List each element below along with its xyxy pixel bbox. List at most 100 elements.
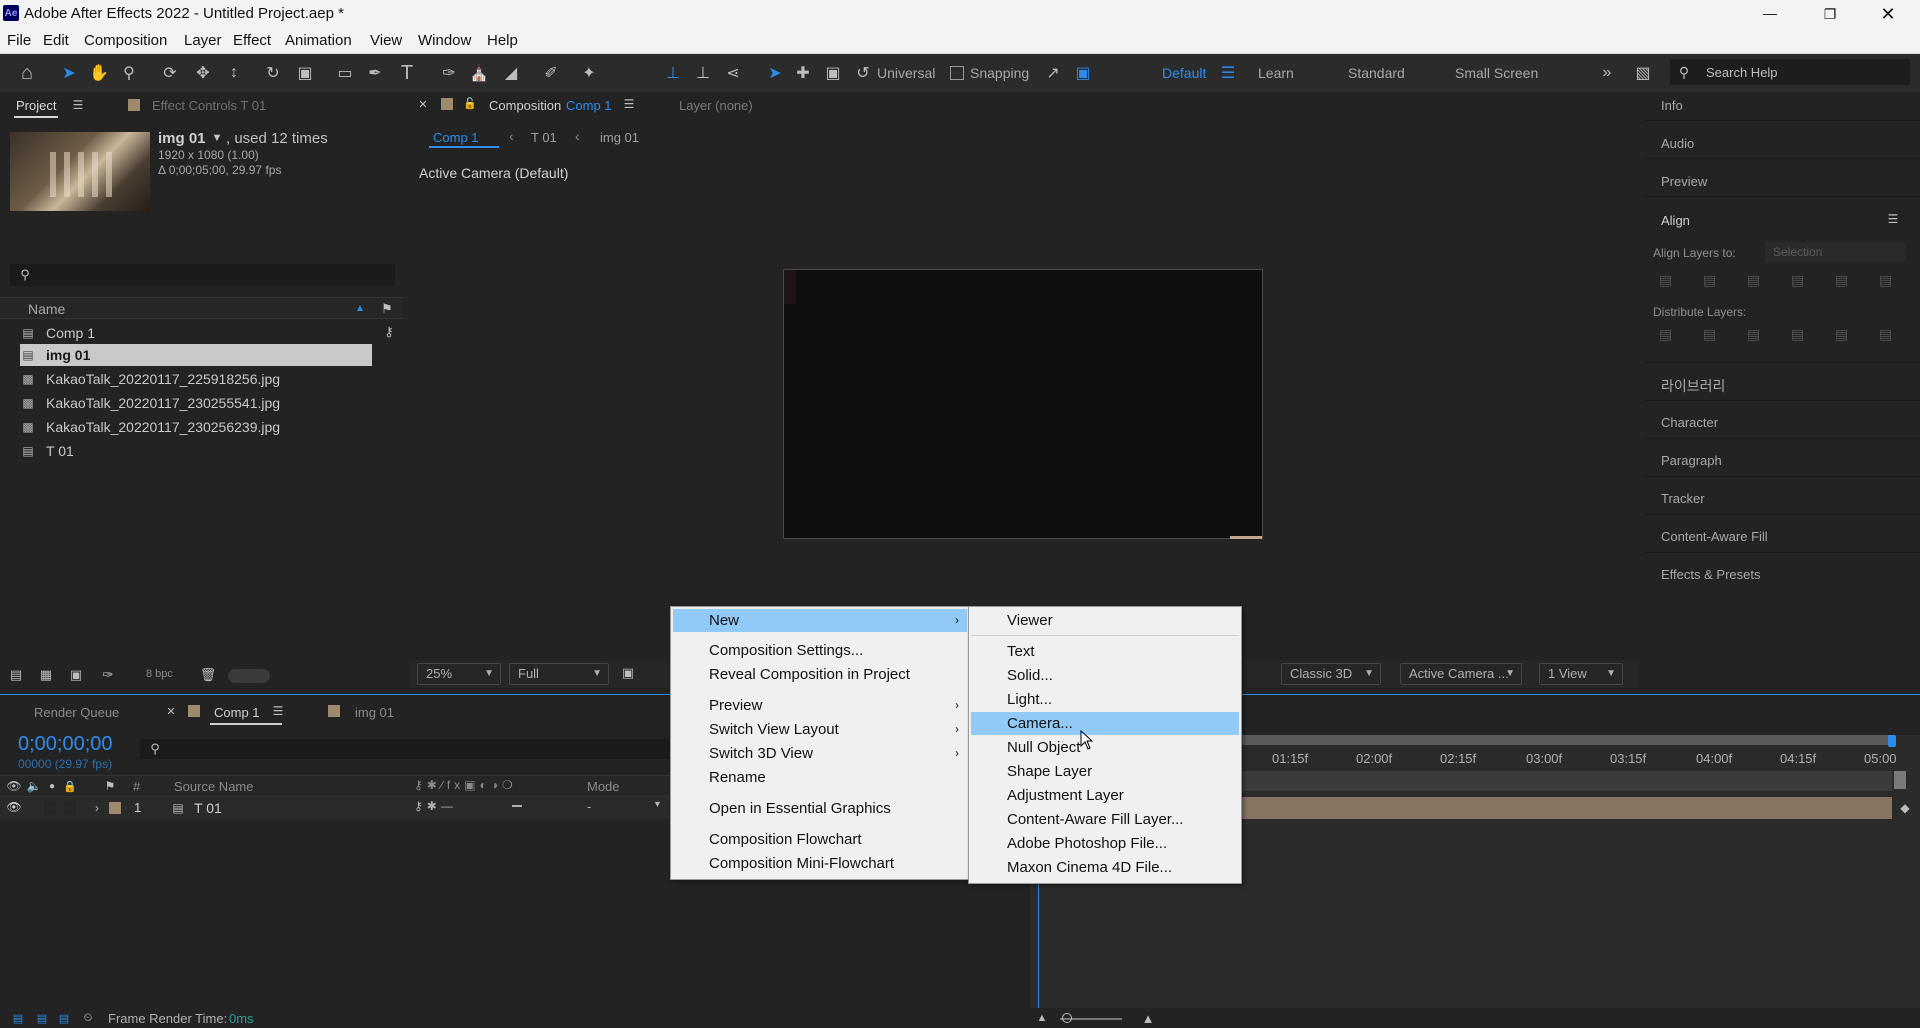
zoom-tool-icon[interactable]: ⚲ [116,60,142,86]
list-item[interactable]: ▩ KakaoTalk_20220117_225918256.jpg [20,368,372,390]
submenu-item-photoshop-file[interactable]: Adobe Photoshop File... [971,832,1239,855]
panel-content-aware-fill[interactable]: Content-Aware Fill [1661,529,1768,544]
gizmo-move-icon[interactable]: ✚ [790,60,816,86]
label-tag-icon[interactable]: ⚑ [378,300,396,318]
tab-render-queue[interactable]: Render Queue [34,705,119,720]
mode-dropdown[interactable]: - ▼ [587,799,667,817]
resolution-dropdown[interactable]: Full ▼ [509,663,609,685]
align-left-icon[interactable]: ▤ [1659,272,1672,289]
view-camera-dropdown[interactable]: Active Camera ... ▼ [1400,663,1522,685]
type-tool-icon[interactable]: T [394,60,420,86]
eraser-tool-icon[interactable]: ◢ [498,60,524,86]
panel-info[interactable]: Info [1661,98,1683,113]
close-icon[interactable]: ✕ [164,703,178,719]
zoom-in-icon[interactable]: ▲ [1138,1010,1158,1026]
menu-window[interactable]: Window [418,32,471,49]
list-item[interactable]: ▤ img 01 [20,344,372,366]
menu-item-composition-flowchart[interactable]: Composition Flowchart [673,828,967,851]
render-time-icon[interactable]: ⏲ [80,1010,96,1026]
menu-effect[interactable]: Effect [233,32,271,49]
expand-chevron-icon[interactable]: › [90,800,104,816]
hand-tool-icon[interactable]: ✋ [86,60,112,86]
gizmo-scale-icon[interactable]: ▣ [820,60,846,86]
align-vcenter-icon[interactable]: ▤ [1835,272,1848,289]
align-to-dropdown[interactable]: Selection [1765,242,1905,262]
submenu-item-text[interactable]: Text [971,640,1239,663]
panel-effects-presets[interactable]: Effects & Presets [1661,567,1760,582]
zoom-out-icon[interactable]: ▲ [1034,1010,1050,1026]
solo-icon[interactable]: ● [44,778,60,794]
breadcrumb-comp-1[interactable]: Comp 1 [433,130,479,145]
selection-tool-icon[interactable]: ➤ [56,60,82,86]
clone-stamp-icon[interactable]: ⛪ [466,60,492,86]
minimize-button[interactable]: — [1752,0,1788,28]
submenu-item-cinema-4d-file[interactable]: Maxon Cinema 4D File... [971,856,1239,879]
gizmo-rotate-icon[interactable]: ↺ [850,60,876,86]
new-composition-icon[interactable]: ▣ [66,666,86,684]
dolly-camera-icon[interactable]: ↕ [221,60,247,86]
views-dropdown[interactable]: 1 View ▼ [1539,663,1623,685]
menu-item-switch-3d-view[interactable]: Switch 3D View › [673,742,967,765]
submenu-item-adjustment-layer[interactable]: Adjustment Layer [971,784,1239,807]
brush-tool-icon[interactable]: ✑ [436,60,462,86]
tab-img-01[interactable]: img 01 [355,705,394,720]
transfer-controls-icon[interactable]: ▤ [34,1010,50,1026]
lock-icon[interactable]: 🔒 [62,778,78,794]
tab-effect-controls[interactable]: Effect Controls T 01 [152,98,266,113]
search-help-field[interactable]: ⚲ Search Help [1670,59,1910,85]
panel-menu-icon[interactable]: ☰ [1885,210,1901,228]
sort-ascending-icon[interactable]: ▲ [352,300,368,316]
comp-end-marker[interactable] [1894,771,1906,789]
panel-preview[interactable]: Preview [1661,174,1707,189]
chevron-down-icon[interactable]: ▼ [210,130,224,146]
distribute-left-icon[interactable]: ▤ [1791,326,1804,343]
rectangle-tool-icon[interactable]: ▭ [332,60,358,86]
panel-paragraph[interactable]: Paragraph [1661,453,1722,468]
distribute-top-icon[interactable]: ▤ [1659,326,1672,343]
lock-toggle[interactable] [64,801,76,815]
adjust-project-settings-icon[interactable]: ✑ [98,666,118,684]
roto-brush-icon[interactable]: ✐ [538,60,564,86]
panel-tracker[interactable]: Tracker [1661,491,1705,506]
close-button[interactable]: ✕ [1870,0,1906,28]
breadcrumb-t-01[interactable]: T 01 [531,130,557,145]
layer-tab[interactable]: Layer (none) [679,98,753,113]
gizmo-select-icon[interactable]: ➤ [762,60,788,86]
new-folder-icon[interactable]: ▦ [36,666,56,684]
panel-character[interactable]: Character [1661,415,1718,430]
panel-menu-icon[interactable]: ☰ [270,703,286,719]
menu-layer[interactable]: Layer [184,32,222,49]
panel-menu-icon[interactable]: ☰ [621,96,637,112]
panel-menu-icon[interactable]: ☰ [70,96,86,114]
thumbnail-toggle[interactable] [228,669,270,683]
menu-item-new[interactable]: New › [673,609,967,632]
menu-item-composition-settings[interactable]: Composition Settings... [673,639,967,662]
view-axis-icon[interactable]: ⋖ [720,60,746,86]
zoom-dropdown[interactable]: 25% ▼ [417,663,501,685]
puppet-tool-icon[interactable]: ✦ [576,60,602,86]
comp-marker-icon[interactable]: ◆ [1896,799,1914,817]
source-name-header[interactable]: Source Name [174,779,253,794]
layer-switches[interactable]: ⚷✱— [414,799,457,813]
layer-label-color[interactable] [109,802,121,814]
submenu-item-content-aware-fill-layer[interactable]: Content-Aware Fill Layer... [971,808,1239,831]
visibility-eye-icon[interactable]: 👁 [6,799,22,815]
trash-icon[interactable]: 🗑 [198,666,218,684]
menu-composition[interactable]: Composition [84,32,167,49]
snap-options-icon[interactable]: ↗ [1040,60,1066,86]
workspace-default[interactable]: Default [1162,65,1206,81]
align-top-icon[interactable]: ▤ [1791,272,1804,289]
menu-file[interactable]: File [7,32,31,49]
workspace-menu-icon[interactable]: ☰ [1218,60,1238,86]
distribute-bottom-icon[interactable]: ▤ [1747,326,1760,343]
submenu-item-viewer[interactable]: Viewer [971,609,1239,632]
close-icon[interactable]: ✕ [417,96,429,112]
layer-name[interactable]: T 01 [194,800,222,816]
restore-button[interactable]: ❐ [1812,0,1848,28]
local-axis-icon[interactable]: ⊥ [660,60,686,86]
menu-item-switch-view-layout[interactable]: Switch View Layout › [673,718,967,741]
list-item[interactable]: ▩ KakaoTalk_20220117_230255541.jpg [20,392,372,414]
list-item[interactable]: ▤ T 01 [20,440,372,462]
align-right-icon[interactable]: ▤ [1747,272,1760,289]
submenu-item-camera[interactable]: Camera... [971,712,1239,735]
